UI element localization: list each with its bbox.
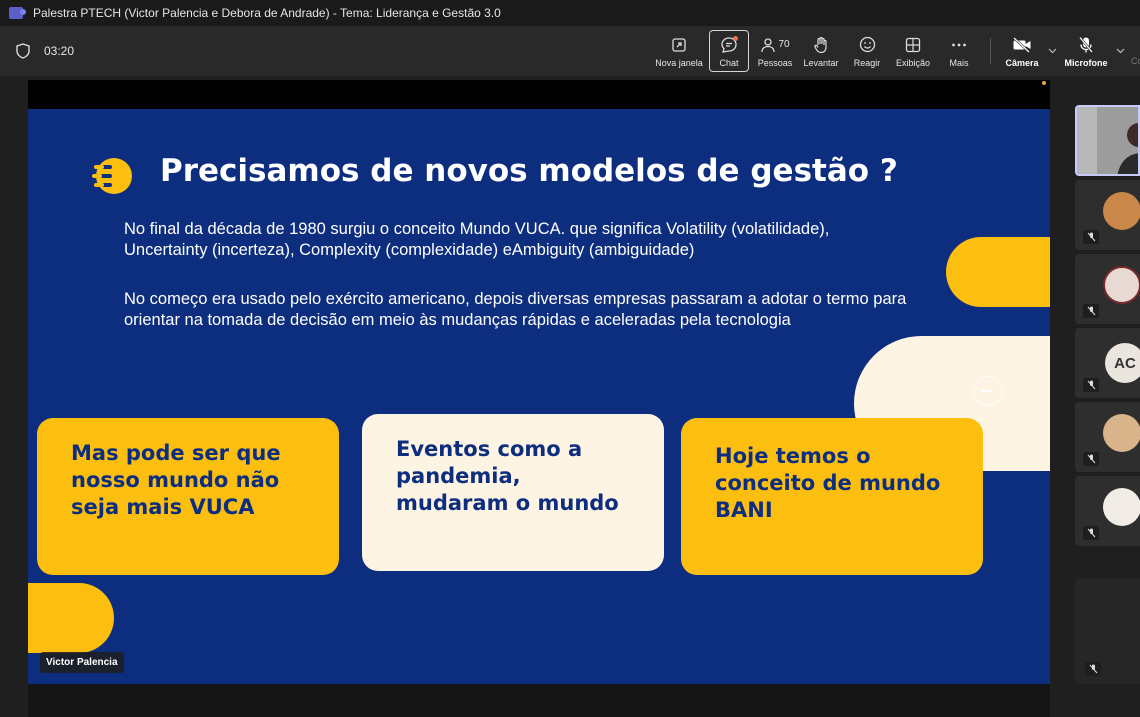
presenter-name-tag: Victor Palencia — [40, 652, 124, 673]
more-label: Mais — [949, 57, 969, 68]
decor-yellow-pill-left — [28, 583, 114, 653]
more-icon — [952, 43, 966, 46]
mic-off-icon — [1079, 36, 1093, 53]
muted-mic-icon — [1085, 662, 1101, 676]
card-line: Eventos como a — [396, 437, 583, 461]
card-bani: Hoje temos o conceito de mundo BANI — [681, 418, 983, 575]
card-line: BANI — [715, 498, 773, 522]
self-video-image — [1077, 107, 1138, 174]
people-button[interactable]: 70 Pessoas — [752, 30, 798, 72]
participant-tile[interactable]: AC — [1075, 328, 1140, 398]
microphone-label: Microfone — [1064, 57, 1108, 68]
recording-dot — [1042, 81, 1046, 85]
smiley-icon — [859, 36, 875, 53]
window-title: Palestra PTECH (Victor Palencia e Debora… — [33, 6, 501, 20]
meeting-timer: 03:20 — [44, 44, 75, 58]
slide-paragraph-origin: No começo era usado pelo exército americ… — [124, 290, 907, 329]
raise-hand-icon — [814, 36, 827, 53]
card-vuca: Mas pode ser que nosso mundo não seja ma… — [37, 418, 339, 575]
meeting-toolbar: 03:20 Nova janela Chat 70 Pessoas Levant… — [0, 26, 1140, 76]
muted-mic-icon — [1083, 230, 1099, 244]
more-button[interactable]: Mais — [936, 30, 982, 72]
toolbar-divider — [990, 38, 991, 64]
people-label: Pessoas — [757, 57, 793, 68]
participant-avatar — [1103, 192, 1140, 230]
card-pandemic: Eventos como a pandemia, mudaram o mundo — [362, 414, 664, 571]
card-line: conceito de mundo — [715, 471, 941, 495]
card-line: seja mais VUCA — [71, 495, 255, 519]
presentation-slide: Precisamos de novos modelos de gestão ? … — [28, 109, 1050, 684]
card-line: Hoje temos o — [715, 444, 871, 468]
camera-off-icon — [1013, 36, 1031, 53]
title-bar: Palestra PTECH (Victor Palencia e Debora… — [0, 0, 1140, 26]
microphone-options-chevron-icon[interactable] — [1113, 48, 1127, 54]
chat-button[interactable]: Chat — [709, 30, 749, 72]
decor-ring-icon — [973, 376, 1003, 406]
react-button[interactable]: Reagir — [844, 30, 890, 72]
camera-label: Câmera — [1005, 57, 1039, 68]
slide-paragraph-vuca: No final da década de 1980 surgiu o conc… — [124, 220, 830, 259]
cutoff-button-label[interactable]: Co — [1131, 56, 1140, 66]
card-line: mudaram o mundo — [396, 491, 619, 515]
view-label: Exibição — [895, 57, 931, 68]
stage-bottom-bar — [28, 684, 1050, 717]
view-button[interactable]: Exibição — [890, 30, 936, 72]
react-label: Reagir — [853, 57, 881, 68]
card-line: nosso mundo não — [71, 468, 280, 492]
new-window-button[interactable]: Nova janela — [652, 30, 706, 72]
microphone-button[interactable]: Microfone — [1059, 30, 1113, 72]
unread-dot — [733, 36, 738, 41]
new-window-label: Nova janela — [655, 57, 703, 68]
participant-initials-avatar: AC — [1105, 343, 1140, 383]
participant-tile[interactable] — [1075, 402, 1140, 472]
participant-avatar — [1103, 488, 1140, 526]
people-icon — [761, 37, 776, 52]
camera-options-chevron-icon[interactable] — [1045, 48, 1059, 54]
teams-logo-icon — [9, 7, 26, 19]
participant-tile[interactable] — [1075, 578, 1140, 684]
self-video-tile[interactable] — [1075, 105, 1140, 176]
grid-icon — [905, 37, 921, 52]
participant-avatar — [1103, 414, 1140, 452]
decor-yellow-pill — [946, 237, 1050, 307]
card-line: pandemia, — [396, 464, 521, 488]
chat-label: Chat — [719, 57, 739, 68]
muted-mic-icon — [1083, 452, 1099, 466]
people-count: 70 — [778, 39, 790, 50]
participant-tile[interactable] — [1075, 254, 1140, 324]
muted-mic-icon — [1083, 378, 1099, 392]
muted-mic-icon — [1083, 304, 1099, 318]
participant-tile[interactable] — [1075, 180, 1140, 250]
raise-hand-label: Levantar — [803, 57, 839, 68]
participant-tile[interactable] — [1075, 476, 1140, 546]
popout-icon — [672, 37, 686, 52]
shield-icon[interactable] — [16, 43, 30, 59]
muted-mic-icon — [1083, 526, 1099, 540]
participant-avatar — [1103, 266, 1140, 304]
card-line: Mas pode ser que — [71, 441, 281, 465]
raise-hand-button[interactable]: Levantar — [798, 30, 844, 72]
camera-button[interactable]: Câmera — [999, 30, 1045, 72]
speed-logo-icon — [90, 158, 132, 194]
slide-title: Precisamos de novos modelos de gestão ? — [160, 153, 898, 189]
